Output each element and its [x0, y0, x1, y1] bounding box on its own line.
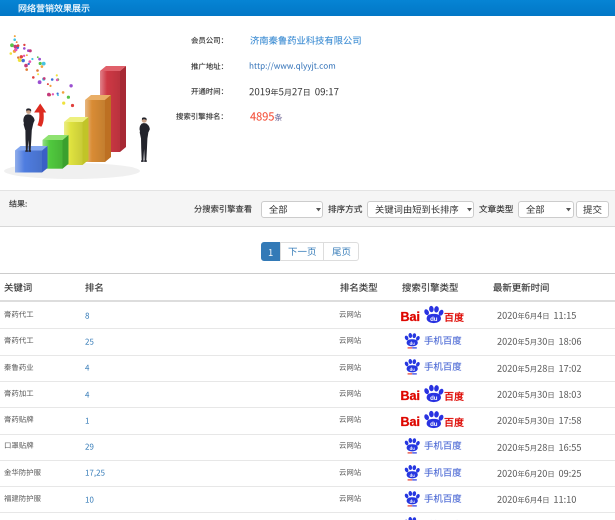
svg-text:du: du [410, 341, 416, 346]
svg-text:du: du [430, 316, 438, 323]
svg-text:du: du [430, 421, 438, 428]
svg-text:du: du [410, 499, 416, 504]
svg-text:Bai: Bai [401, 310, 420, 324]
svg-text:Bai: Bai [401, 416, 420, 430]
svg-text:du: du [410, 367, 416, 372]
svg-text:du: du [410, 473, 416, 478]
svg-text:du: du [430, 395, 438, 402]
svg-text:du: du [410, 446, 416, 451]
svg-text:Bai: Bai [401, 389, 420, 403]
